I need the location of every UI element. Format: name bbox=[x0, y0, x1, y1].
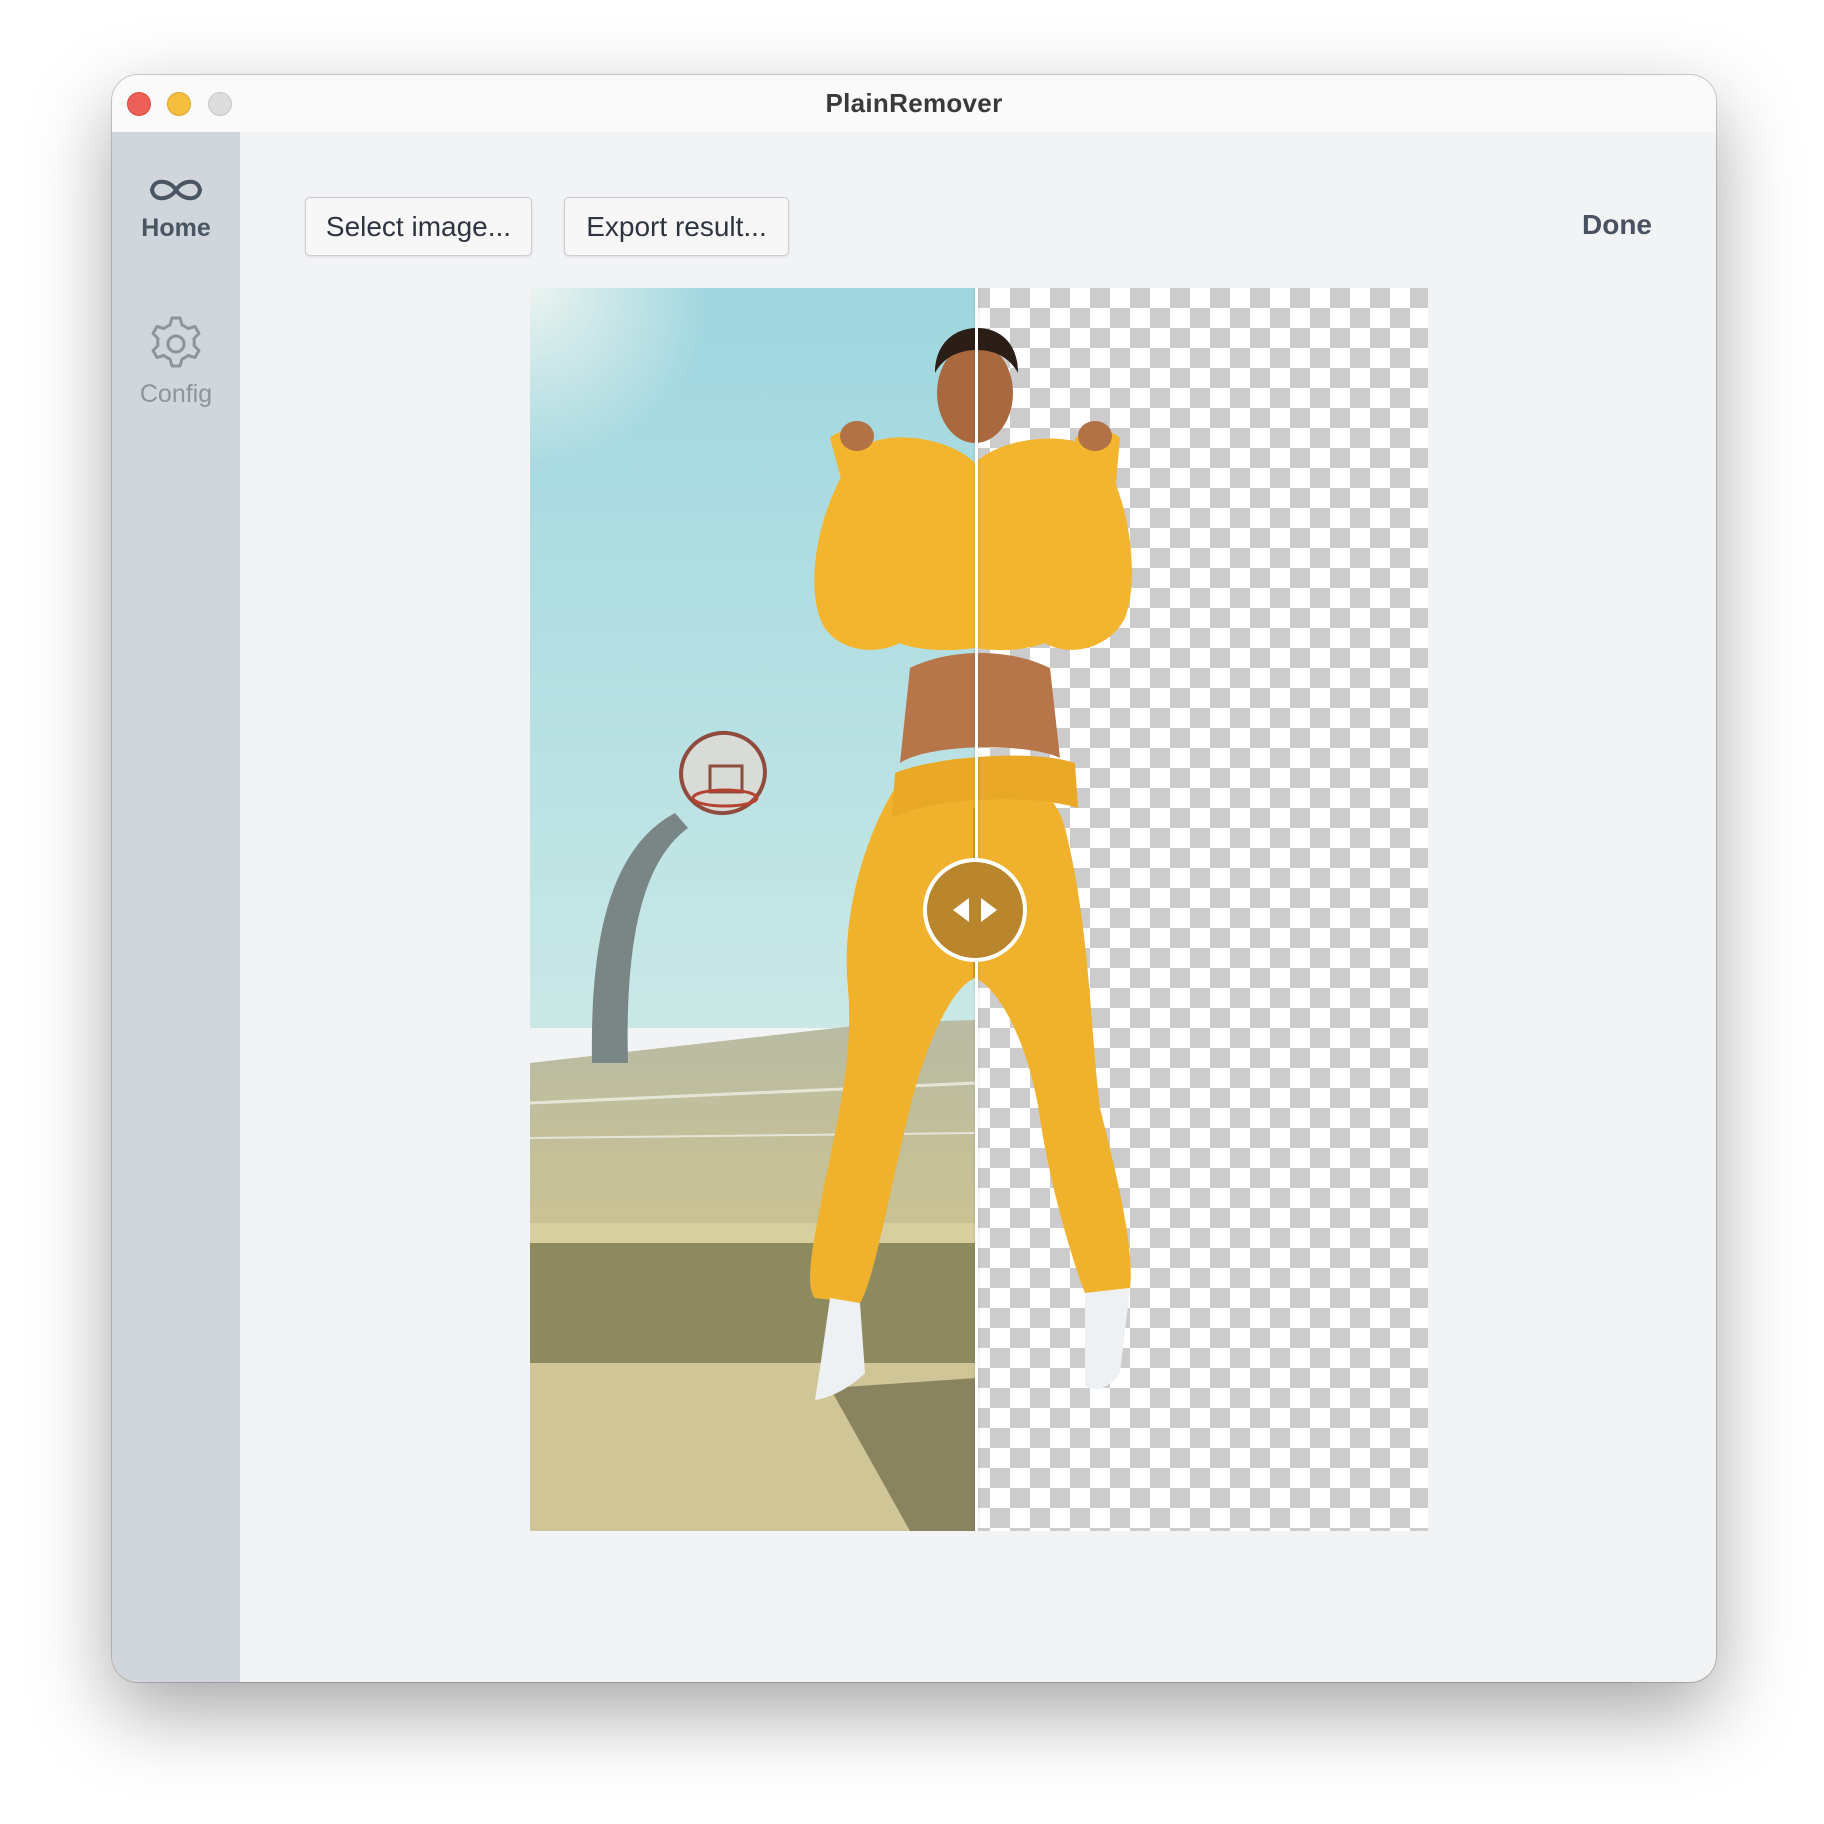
title-bar: PlainRemover bbox=[112, 75, 1716, 132]
window-title: PlainRemover bbox=[825, 88, 1003, 118]
infinity-icon bbox=[150, 179, 202, 201]
sidebar: Home Config bbox=[112, 132, 240, 1682]
sidebar-item-home[interactable]: Home bbox=[112, 172, 240, 243]
image-compare-view[interactable] bbox=[530, 288, 1428, 1531]
gear-icon bbox=[151, 316, 201, 368]
export-result-button[interactable]: Export result... bbox=[564, 197, 789, 256]
sidebar-item-label: Home bbox=[141, 214, 211, 242]
select-image-button[interactable]: Select image... bbox=[305, 197, 532, 256]
sidebar-item-label: Config bbox=[139, 380, 213, 408]
done-button[interactable]: Done bbox=[1582, 209, 1652, 241]
left-right-arrows-icon bbox=[953, 898, 997, 922]
sidebar-item-config[interactable]: Config bbox=[112, 314, 240, 409]
app-window: PlainRemover Home Config Select image...… bbox=[112, 75, 1716, 1682]
compare-slider-handle[interactable] bbox=[923, 858, 1027, 962]
